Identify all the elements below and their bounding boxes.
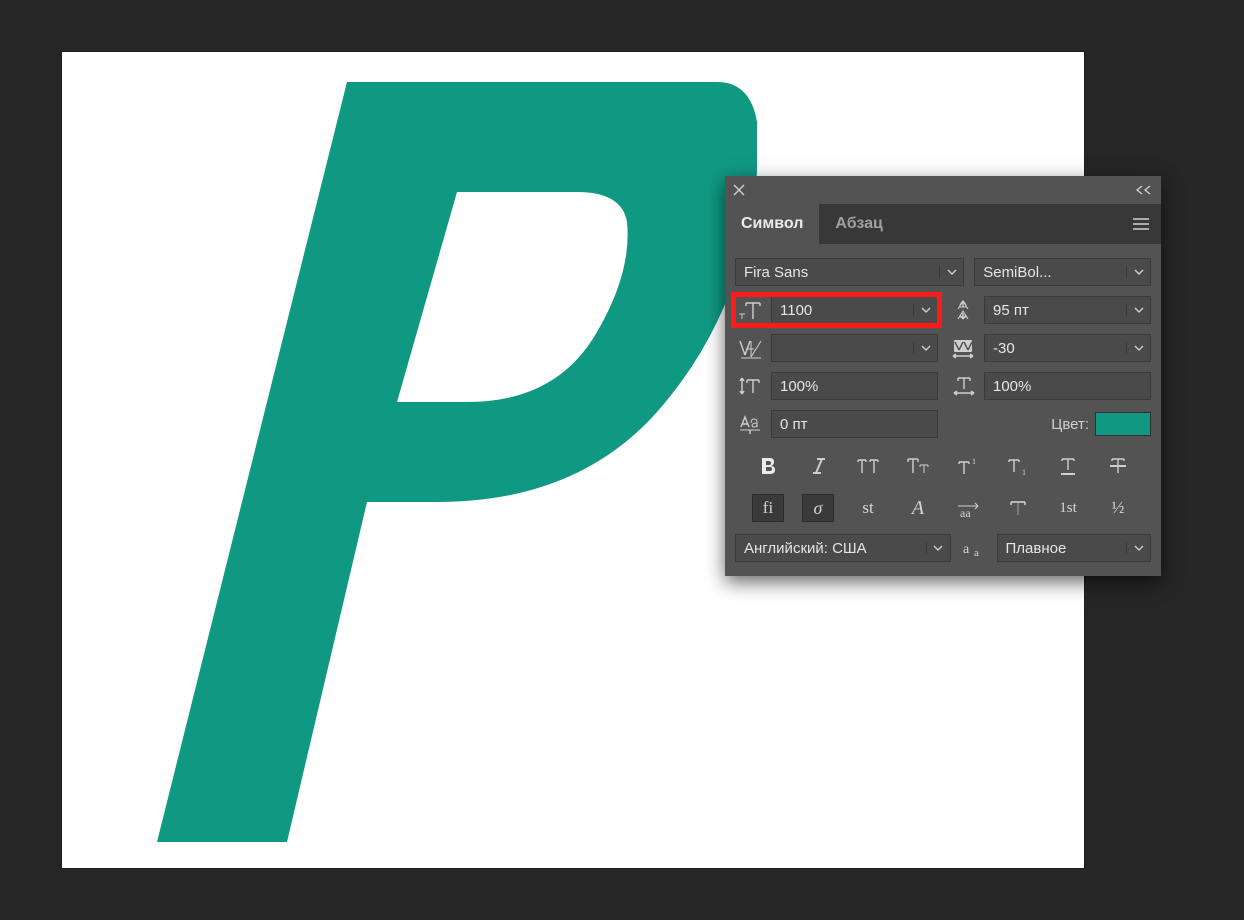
strikethrough-toggle[interactable]: [1102, 452, 1134, 480]
font-family-dropdown[interactable]: Fira Sans: [735, 258, 964, 286]
tracking-icon: [948, 334, 978, 362]
titling-alt-toggle[interactable]: [1002, 494, 1034, 522]
leading-value: 95 пт: [985, 302, 1126, 319]
kerning-field[interactable]: [735, 334, 938, 362]
color-field: Цвет:: [948, 412, 1151, 436]
svg-text:1: 1: [1022, 468, 1026, 477]
collapse-panel-icon[interactable]: [1135, 184, 1153, 196]
ordinals-toggle[interactable]: 1st: [1052, 494, 1084, 522]
contextual-alt-toggle[interactable]: σ: [802, 494, 834, 522]
svg-text:1: 1: [972, 457, 976, 466]
vertical-scale-value[interactable]: 100%: [771, 372, 938, 400]
chevron-down-icon: [913, 304, 937, 316]
opentype-row: fi σ st A aa 1st ½: [735, 494, 1151, 522]
font-style-value: SemiBol...: [975, 264, 1126, 281]
svg-text:aa: aa: [960, 506, 971, 519]
baseline-shift-value[interactable]: 0 пт: [771, 410, 938, 438]
panel-menu-icon[interactable]: [1121, 204, 1161, 244]
horizontal-scale-field[interactable]: 100%: [948, 372, 1151, 400]
chevron-down-icon: [913, 342, 937, 354]
subscript-toggle[interactable]: 1: [1002, 452, 1034, 480]
color-label: Цвет:: [1051, 416, 1089, 433]
discretionary-lig-toggle[interactable]: st: [852, 494, 884, 522]
panel-header: [725, 176, 1161, 204]
vertical-scale-icon: [735, 372, 765, 400]
leading-field[interactable]: 95 пт: [948, 296, 1151, 324]
kerning-icon: [735, 334, 765, 362]
color-swatch[interactable]: [1095, 412, 1151, 436]
tracking-field[interactable]: -30: [948, 334, 1151, 362]
smallcaps-toggle[interactable]: [902, 452, 934, 480]
font-style-dropdown[interactable]: SemiBol...: [974, 258, 1151, 286]
bold-toggle[interactable]: [752, 452, 784, 480]
language-value: Английский: США: [736, 540, 926, 557]
vertical-scale-field[interactable]: 100%: [735, 372, 938, 400]
leading-icon: [948, 296, 978, 324]
font-family-value: Fira Sans: [736, 264, 939, 281]
tab-bar: Символ Абзац: [725, 204, 1161, 244]
swash-toggle[interactable]: A: [902, 494, 934, 522]
horizontal-scale-value[interactable]: 100%: [984, 372, 1151, 400]
antialias-icon: a a: [961, 534, 987, 562]
character-panel: Символ Абзац Fira Sans SemiBol...: [725, 176, 1161, 576]
antialias-value: Плавное: [998, 540, 1127, 557]
superscript-toggle[interactable]: 1: [952, 452, 984, 480]
text-style-row: 1 1: [735, 452, 1151, 480]
svg-text:a: a: [963, 542, 970, 557]
tracking-value: -30: [985, 340, 1126, 357]
chevron-down-icon: [1126, 304, 1150, 316]
chevron-down-icon: [1126, 266, 1150, 278]
font-size-icon: [735, 296, 765, 324]
close-panel-icon[interactable]: [733, 184, 745, 196]
chevron-down-icon: [1126, 542, 1150, 554]
fractions-toggle[interactable]: ½: [1102, 494, 1134, 522]
svg-text:a: a: [974, 547, 979, 559]
chevron-down-icon: [939, 266, 963, 278]
font-size-field[interactable]: 1100: [735, 296, 938, 324]
baseline-shift-field[interactable]: 0 пт: [735, 410, 938, 438]
stylistic-alt-toggle[interactable]: aa: [952, 494, 984, 522]
tab-character[interactable]: Символ: [725, 204, 819, 244]
font-size-value: 1100: [772, 302, 913, 319]
italic-toggle[interactable]: [802, 452, 834, 480]
horizontal-scale-icon: [948, 372, 978, 400]
sample-letter: [157, 82, 757, 842]
ligatures-toggle[interactable]: fi: [752, 494, 784, 522]
baseline-shift-icon: [735, 410, 765, 438]
tab-paragraph[interactable]: Абзац: [819, 204, 899, 244]
allcaps-toggle[interactable]: [852, 452, 884, 480]
chevron-down-icon: [926, 542, 950, 554]
language-dropdown[interactable]: Английский: США: [735, 534, 951, 562]
underline-toggle[interactable]: [1052, 452, 1084, 480]
chevron-down-icon: [1126, 342, 1150, 354]
antialias-dropdown[interactable]: Плавное: [997, 534, 1152, 562]
